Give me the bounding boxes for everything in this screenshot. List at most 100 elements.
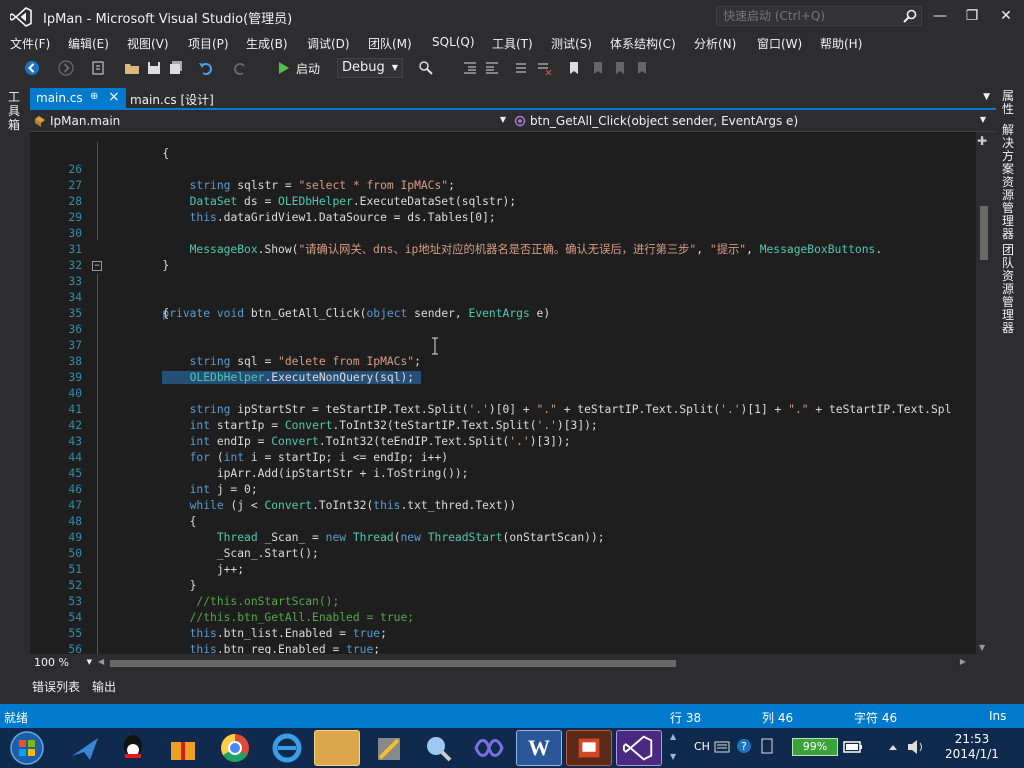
settings-icon[interactable]	[760, 736, 774, 756]
visual-studio-taskbar-icon[interactable]	[616, 730, 662, 766]
menu-test[interactable]: 测试(S)	[551, 35, 592, 52]
scroll-up-icon[interactable]: ▲	[670, 732, 676, 741]
solution-explorer-tab[interactable]: 解决方案资源管理器	[1002, 124, 1016, 241]
quick-launch-input[interactable]	[717, 7, 897, 25]
scroll-down-icon[interactable]: ▼	[670, 752, 676, 761]
toolbox-tab[interactable]: 工具箱	[8, 90, 22, 132]
uncomment-icon[interactable]	[536, 60, 552, 76]
tab-output[interactable]: 输出	[92, 678, 116, 695]
menu-file[interactable]: 文件(F)	[10, 35, 50, 52]
powerpoint-icon[interactable]	[566, 730, 612, 766]
open-file-icon[interactable]	[124, 60, 140, 76]
menu-tools[interactable]: 工具(T)	[492, 35, 533, 52]
battery-indicator[interactable]: 99%	[792, 738, 838, 756]
comment-out-icon[interactable]	[514, 60, 530, 76]
code-line-46: 46 while (j < Convert.ToInt32(this.txt_t…	[30, 466, 976, 512]
internet-explorer-icon[interactable]	[264, 730, 310, 766]
solution-configuration-select[interactable]: Debug ▼	[337, 58, 403, 78]
horizontal-scroll-thumb[interactable]	[110, 660, 676, 667]
find-in-files-icon[interactable]	[418, 60, 434, 76]
minimize-icon[interactable]: —	[928, 6, 952, 26]
bookmark-icon[interactable]	[566, 60, 582, 76]
infinity-app-icon[interactable]	[466, 730, 512, 766]
windows-start-icon[interactable]	[8, 730, 46, 766]
split-window-icon[interactable]: ✚	[977, 134, 987, 148]
show-hidden-icons-icon[interactable]	[888, 742, 898, 752]
pin-icon[interactable]: ⊕	[90, 91, 98, 102]
team-explorer-tab[interactable]: 团队资源管理器	[1002, 244, 1016, 335]
restore-icon[interactable]: ❐	[960, 6, 984, 26]
menu-team[interactable]: 团队(M)	[368, 35, 412, 52]
chrome-icon[interactable]	[212, 730, 258, 766]
horizontal-scrollbar[interactable]: ◀ ▶	[96, 656, 968, 670]
vertical-scroll-thumb[interactable]	[980, 206, 988, 260]
scroll-down-icon[interactable]: ▼	[979, 643, 985, 652]
scroll-right-icon[interactable]: ▶	[960, 657, 966, 666]
undo-icon[interactable]	[198, 60, 214, 76]
code-line-27: 27 DataSet ds = OLEDbHelper.ExecuteDataS…	[30, 162, 976, 208]
quick-launch[interactable]	[716, 6, 922, 26]
indent-icon[interactable]	[462, 60, 478, 76]
scroll-left-icon[interactable]: ◀	[98, 657, 104, 666]
zoom-select[interactable]: 100 % ▼	[34, 656, 92, 670]
close-tab-icon[interactable]: ×	[108, 89, 120, 105]
member-scope-value: btn_GetAll_Click(object sender, EventArg…	[530, 114, 799, 128]
clear-bookmarks-icon[interactable]	[634, 60, 650, 76]
redo-icon[interactable]	[232, 60, 248, 76]
code-line-44: 44 ipArr.Add(ipStartStr + i.ToString());	[30, 434, 976, 480]
navigate-forward-icon[interactable]	[58, 60, 74, 76]
navigate-back-icon[interactable]	[24, 60, 40, 76]
tab-main-cs[interactable]: main.cs ⊕ ×	[30, 88, 126, 108]
code-line-29: 29	[30, 194, 976, 224]
outdent-icon[interactable]	[484, 60, 500, 76]
code-line-53: 53 //this.btn_GetAll.Enabled = true;	[30, 578, 976, 624]
start-debugging-icon[interactable]	[276, 60, 292, 76]
menu-project[interactable]: 项目(P)	[188, 35, 229, 52]
keyboard-icon[interactable]	[714, 740, 730, 754]
menu-sql[interactable]: SQL(Q)	[432, 35, 475, 49]
code-editor[interactable]: { 26 string sqlstr = "select * from IpMA…	[30, 132, 976, 654]
input-language[interactable]: CH	[694, 740, 710, 753]
member-scope-select[interactable]: btn_GetAll_Click(object sender, EventArg…	[514, 114, 990, 130]
start-button-label[interactable]: 启动	[296, 60, 320, 77]
menu-window[interactable]: 窗口(W)	[757, 35, 802, 52]
help-icon[interactable]: ?	[736, 738, 752, 754]
menu-edit[interactable]: 编辑(E)	[68, 35, 109, 52]
properties-tab[interactable]: 属性	[1002, 90, 1016, 116]
tab-main-cs-design[interactable]: main.cs [设计]	[130, 91, 214, 108]
menu-analyze[interactable]: 分析(N)	[694, 35, 736, 52]
menu-architecture[interactable]: 体系结构(C)	[610, 35, 676, 52]
search-icon[interactable]	[903, 9, 917, 23]
close-window-icon[interactable]: ✕	[994, 6, 1018, 26]
menu-help[interactable]: 帮助(H)	[820, 35, 862, 52]
menu-build[interactable]: 生成(B)	[246, 35, 288, 52]
code-line-57: 57	[30, 642, 976, 654]
bird-app-icon[interactable]	[62, 730, 108, 766]
code-line-42: 42 int endIp = Convert.ToInt32(teEndIP.T…	[30, 402, 976, 448]
word-icon[interactable]: W	[516, 730, 562, 766]
taskbar-clock[interactable]: 21:53 2014/1/1	[940, 732, 1004, 762]
tools-app-icon[interactable]	[366, 730, 412, 766]
qq-icon[interactable]	[110, 730, 156, 766]
tab-error-list[interactable]: 错误列表	[32, 678, 80, 695]
gift-app-icon[interactable]	[160, 730, 206, 766]
collapse-region-icon[interactable]: −	[92, 261, 102, 271]
next-bookmark-icon[interactable]	[612, 60, 628, 76]
zoom-value: 100 %	[34, 656, 69, 669]
save-all-icon[interactable]	[168, 60, 184, 76]
file-explorer-icon[interactable]	[314, 730, 360, 766]
new-project-icon[interactable]	[90, 60, 106, 76]
type-scope-select[interactable]: IpMan.main ▼	[34, 114, 510, 130]
previous-bookmark-icon[interactable]	[590, 60, 606, 76]
save-icon[interactable]	[146, 60, 162, 76]
code-line-50: 50 j++;	[30, 530, 976, 576]
code-line-51: 51 }	[30, 546, 976, 592]
window-title: IpMan - Microsoft Visual Studio(管理员)	[43, 12, 293, 27]
search-app-icon[interactable]	[416, 730, 462, 766]
battery-icon[interactable]	[842, 738, 864, 756]
volume-icon[interactable]	[906, 738, 926, 756]
vertical-scrollbar[interactable]: ✚ ▼	[976, 132, 992, 654]
menu-view[interactable]: 视图(V)	[127, 35, 169, 52]
chevron-down-icon[interactable]: ▼	[983, 92, 990, 102]
menu-debug[interactable]: 调试(D)	[307, 35, 350, 52]
